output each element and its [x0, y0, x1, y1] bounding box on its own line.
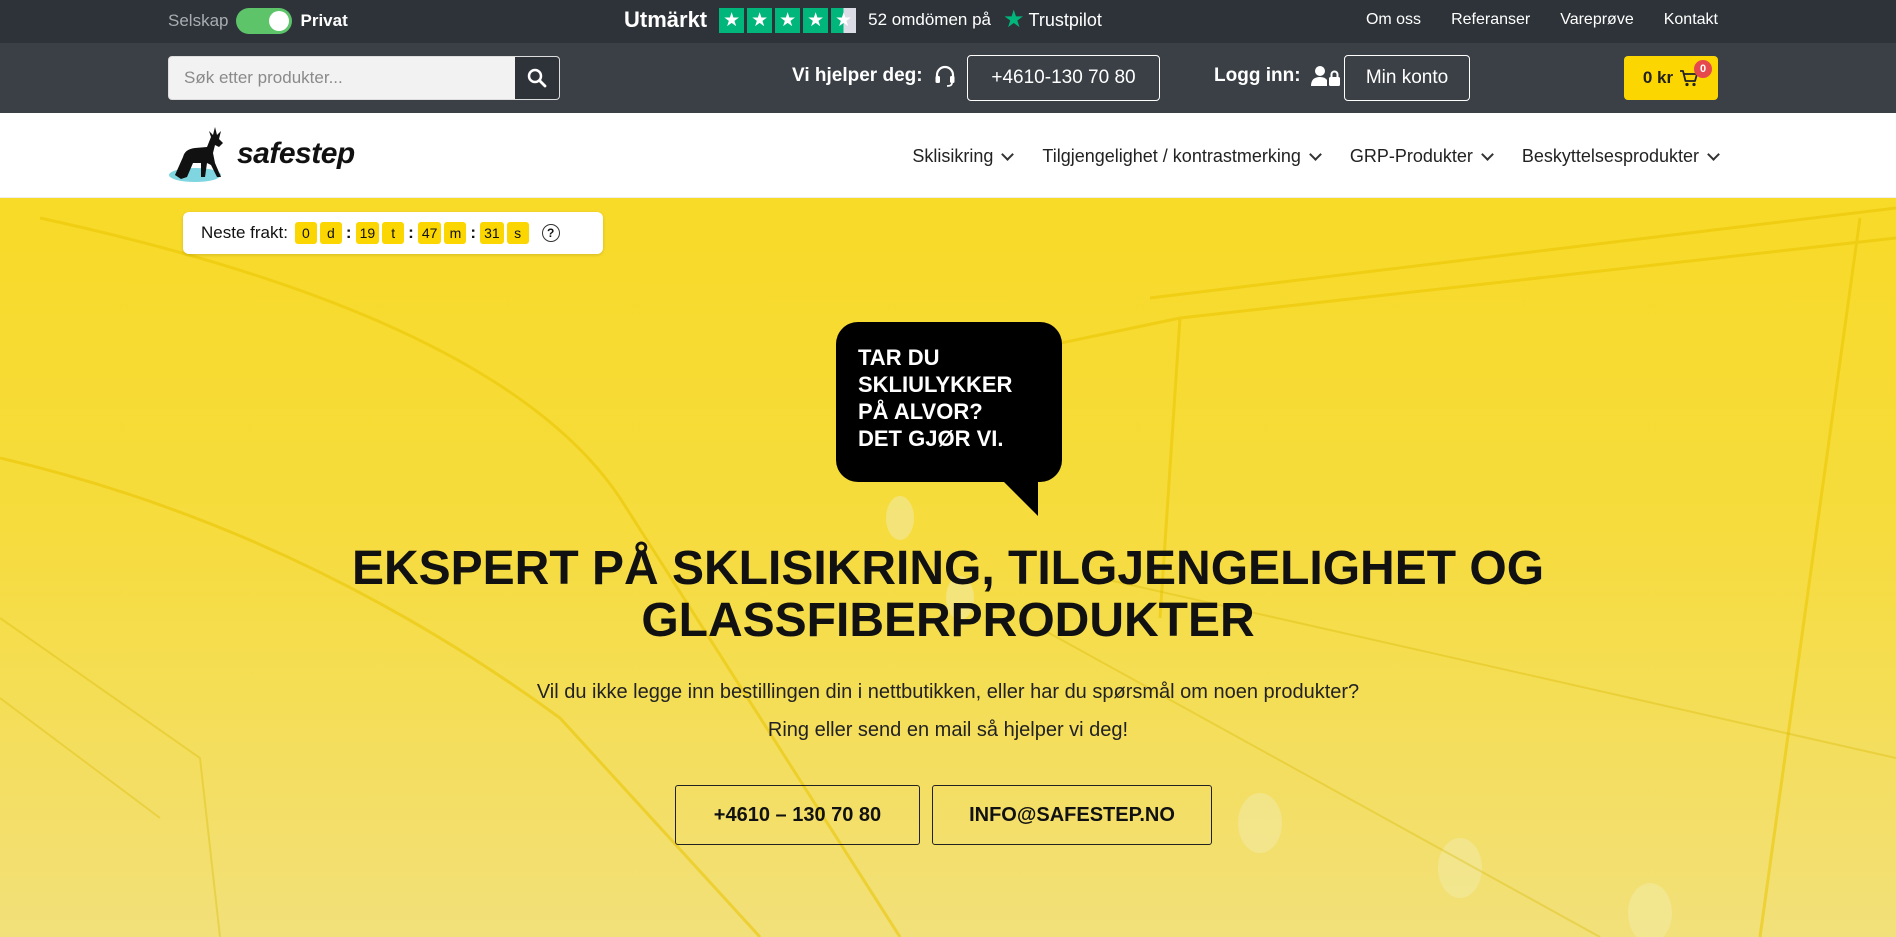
search-button[interactable]	[515, 57, 559, 99]
chevron-down-icon	[1001, 147, 1015, 161]
cart-total: 0 kr	[1642, 68, 1674, 87]
main-nav: safestep Sklisikring Tilgjengelighet / k…	[0, 113, 1896, 198]
hero-subtext: Vil du ikke legge inn bestillingen din i…	[0, 673, 1896, 749]
toggle-label-private[interactable]: Privat	[300, 11, 347, 31]
search-icon	[527, 68, 547, 88]
headline-line-2: GLASSFIBERPRODUKTER	[641, 594, 1255, 647]
toggle-label-company[interactable]: Selskap	[168, 11, 228, 31]
trustpilot-stars: ★ ★ ★ ★ ★	[719, 7, 857, 33]
help-label: Vi hjelper deg:	[792, 65, 957, 87]
moose-logo-icon	[169, 127, 223, 182]
help-circle-icon[interactable]: ?	[541, 224, 560, 242]
countdown-separator: :	[470, 223, 477, 242]
toggle-knob	[269, 11, 290, 31]
countdown-days-unit: d	[319, 222, 342, 244]
menu-item-sklisikring[interactable]: Sklisikring	[912, 146, 1015, 167]
trustpilot-star-icon: ★	[1003, 6, 1025, 33]
account-button[interactable]: Min konto	[1344, 55, 1470, 101]
help-text: Vi hjelper deg:	[792, 65, 923, 86]
login-label: Logg inn:	[1214, 65, 1341, 87]
menu-label: GRP-Produkter	[1349, 146, 1473, 166]
headset-icon	[935, 65, 955, 87]
menu-item-grp-produkter[interactable]: GRP-Produkter	[1349, 146, 1494, 167]
email-button[interactable]: INFO@SAFESTEP.NO	[932, 785, 1212, 845]
main-menu: Sklisikring Tilgjengelighet / kontrastme…	[912, 146, 1720, 167]
star-icon: ★	[747, 7, 773, 33]
trustpilot-logo: ★ Trustpilot	[1003, 8, 1102, 32]
link-kontakt[interactable]: Kontakt	[1664, 11, 1718, 29]
cart-count-badge: 0	[1694, 60, 1712, 78]
countdown-seconds-unit: s	[506, 222, 529, 244]
customer-type-switch: Selskap Privat	[168, 8, 348, 34]
hero-section: Neste frakt: 0 d : 19 t : 47 m : 31 s ? …	[0, 198, 1896, 937]
logo-text: safestep	[237, 137, 355, 170]
menu-label: Tilgjengelighet / kontrastmerking	[1042, 146, 1301, 166]
countdown-minutes: 47	[417, 222, 442, 244]
link-om-oss[interactable]: Om oss	[1366, 11, 1421, 29]
countdown-minutes-unit: m	[444, 222, 467, 244]
cart-button[interactable]: 0 kr 0	[1624, 56, 1718, 100]
search-input[interactable]	[169, 57, 515, 99]
chevron-down-icon	[1481, 147, 1494, 161]
link-vareprove[interactable]: Vareprøve	[1560, 11, 1634, 29]
top-links: Om oss Referanser Vareprøve Kontakt	[1366, 11, 1718, 29]
countdown-label: Neste frakt:	[201, 223, 288, 242]
search-box	[168, 56, 560, 100]
customer-type-toggle[interactable]	[236, 8, 293, 34]
countdown-separator: :	[408, 223, 414, 242]
star-icon: ★	[775, 7, 801, 33]
trustpilot-review-count: 52 omdömen på	[868, 10, 992, 29]
countdown-seconds: 31	[480, 222, 504, 244]
star-icon: ★	[719, 7, 745, 33]
chevron-down-icon	[1707, 147, 1720, 161]
subtext-line-2: Ring eller send en mail så hjelper vi de…	[767, 719, 1129, 741]
half-star-icon: ★	[831, 7, 857, 33]
countdown-separator: :	[345, 223, 352, 242]
bubble-line: TAR DU	[858, 345, 940, 370]
call-button[interactable]: +4610 – 130 70 80	[675, 785, 920, 845]
speech-bubble: TAR DU SKLIULYKKER PÅ ALVOR? DET GJØR VI…	[836, 322, 1062, 482]
speech-bubble-tail	[1000, 478, 1038, 516]
bubble-line: SKLIULYKKER	[858, 372, 1013, 397]
login-text: Logg inn:	[1214, 65, 1301, 86]
hero-headline: EKSPERT PÅ SKLISIKRING, TILGJENGELIGHET …	[0, 543, 1896, 647]
headline-line-1: EKSPERT PÅ SKLISIKRING, TILGJENGELIGHET …	[351, 542, 1545, 595]
countdown-hours: 19	[355, 222, 380, 244]
countdown-days: 0	[294, 222, 317, 244]
menu-item-beskyttelsesprodukter[interactable]: Beskyttelsesprodukter	[1521, 146, 1720, 167]
countdown-hours-unit: t	[382, 222, 405, 244]
safestep-logo[interactable]: safestep	[167, 123, 355, 185]
chevron-down-icon	[1308, 147, 1322, 161]
trustpilot-brand: Trustpilot	[1028, 9, 1102, 30]
menu-item-tilgjengelighet[interactable]: Tilgjengelighet / kontrastmerking	[1042, 146, 1322, 167]
menu-label: Beskyttelsesprodukter	[1521, 146, 1699, 166]
bubble-line: DET GJØR VI.	[858, 426, 1004, 451]
trustpilot-widget[interactable]: Utmärkt ★ ★ ★ ★ ★ 52 omdömen på ★ Trustp…	[624, 7, 1102, 33]
phone-button[interactable]: +4610-130 70 80	[967, 55, 1160, 101]
menu-label: Sklisikring	[912, 146, 994, 166]
star-icon: ★	[803, 7, 829, 33]
top-bar: Selskap Privat Utmärkt ★ ★ ★ ★ ★ 52 omdö…	[0, 0, 1896, 43]
user-lock-icon	[1310, 66, 1340, 86]
shipping-countdown: Neste frakt: 0 d : 19 t : 47 m : 31 s ?	[183, 212, 603, 254]
link-referanser[interactable]: Referanser	[1451, 11, 1530, 29]
bubble-line: PÅ ALVOR?	[858, 399, 983, 424]
subtext-line-1: Vil du ikke legge inn bestillingen din i…	[536, 681, 1360, 703]
trustpilot-rating-word: Utmärkt	[624, 7, 708, 32]
header-bar: Vi hjelper deg: +4610-130 70 80 Logg inn…	[0, 43, 1896, 113]
